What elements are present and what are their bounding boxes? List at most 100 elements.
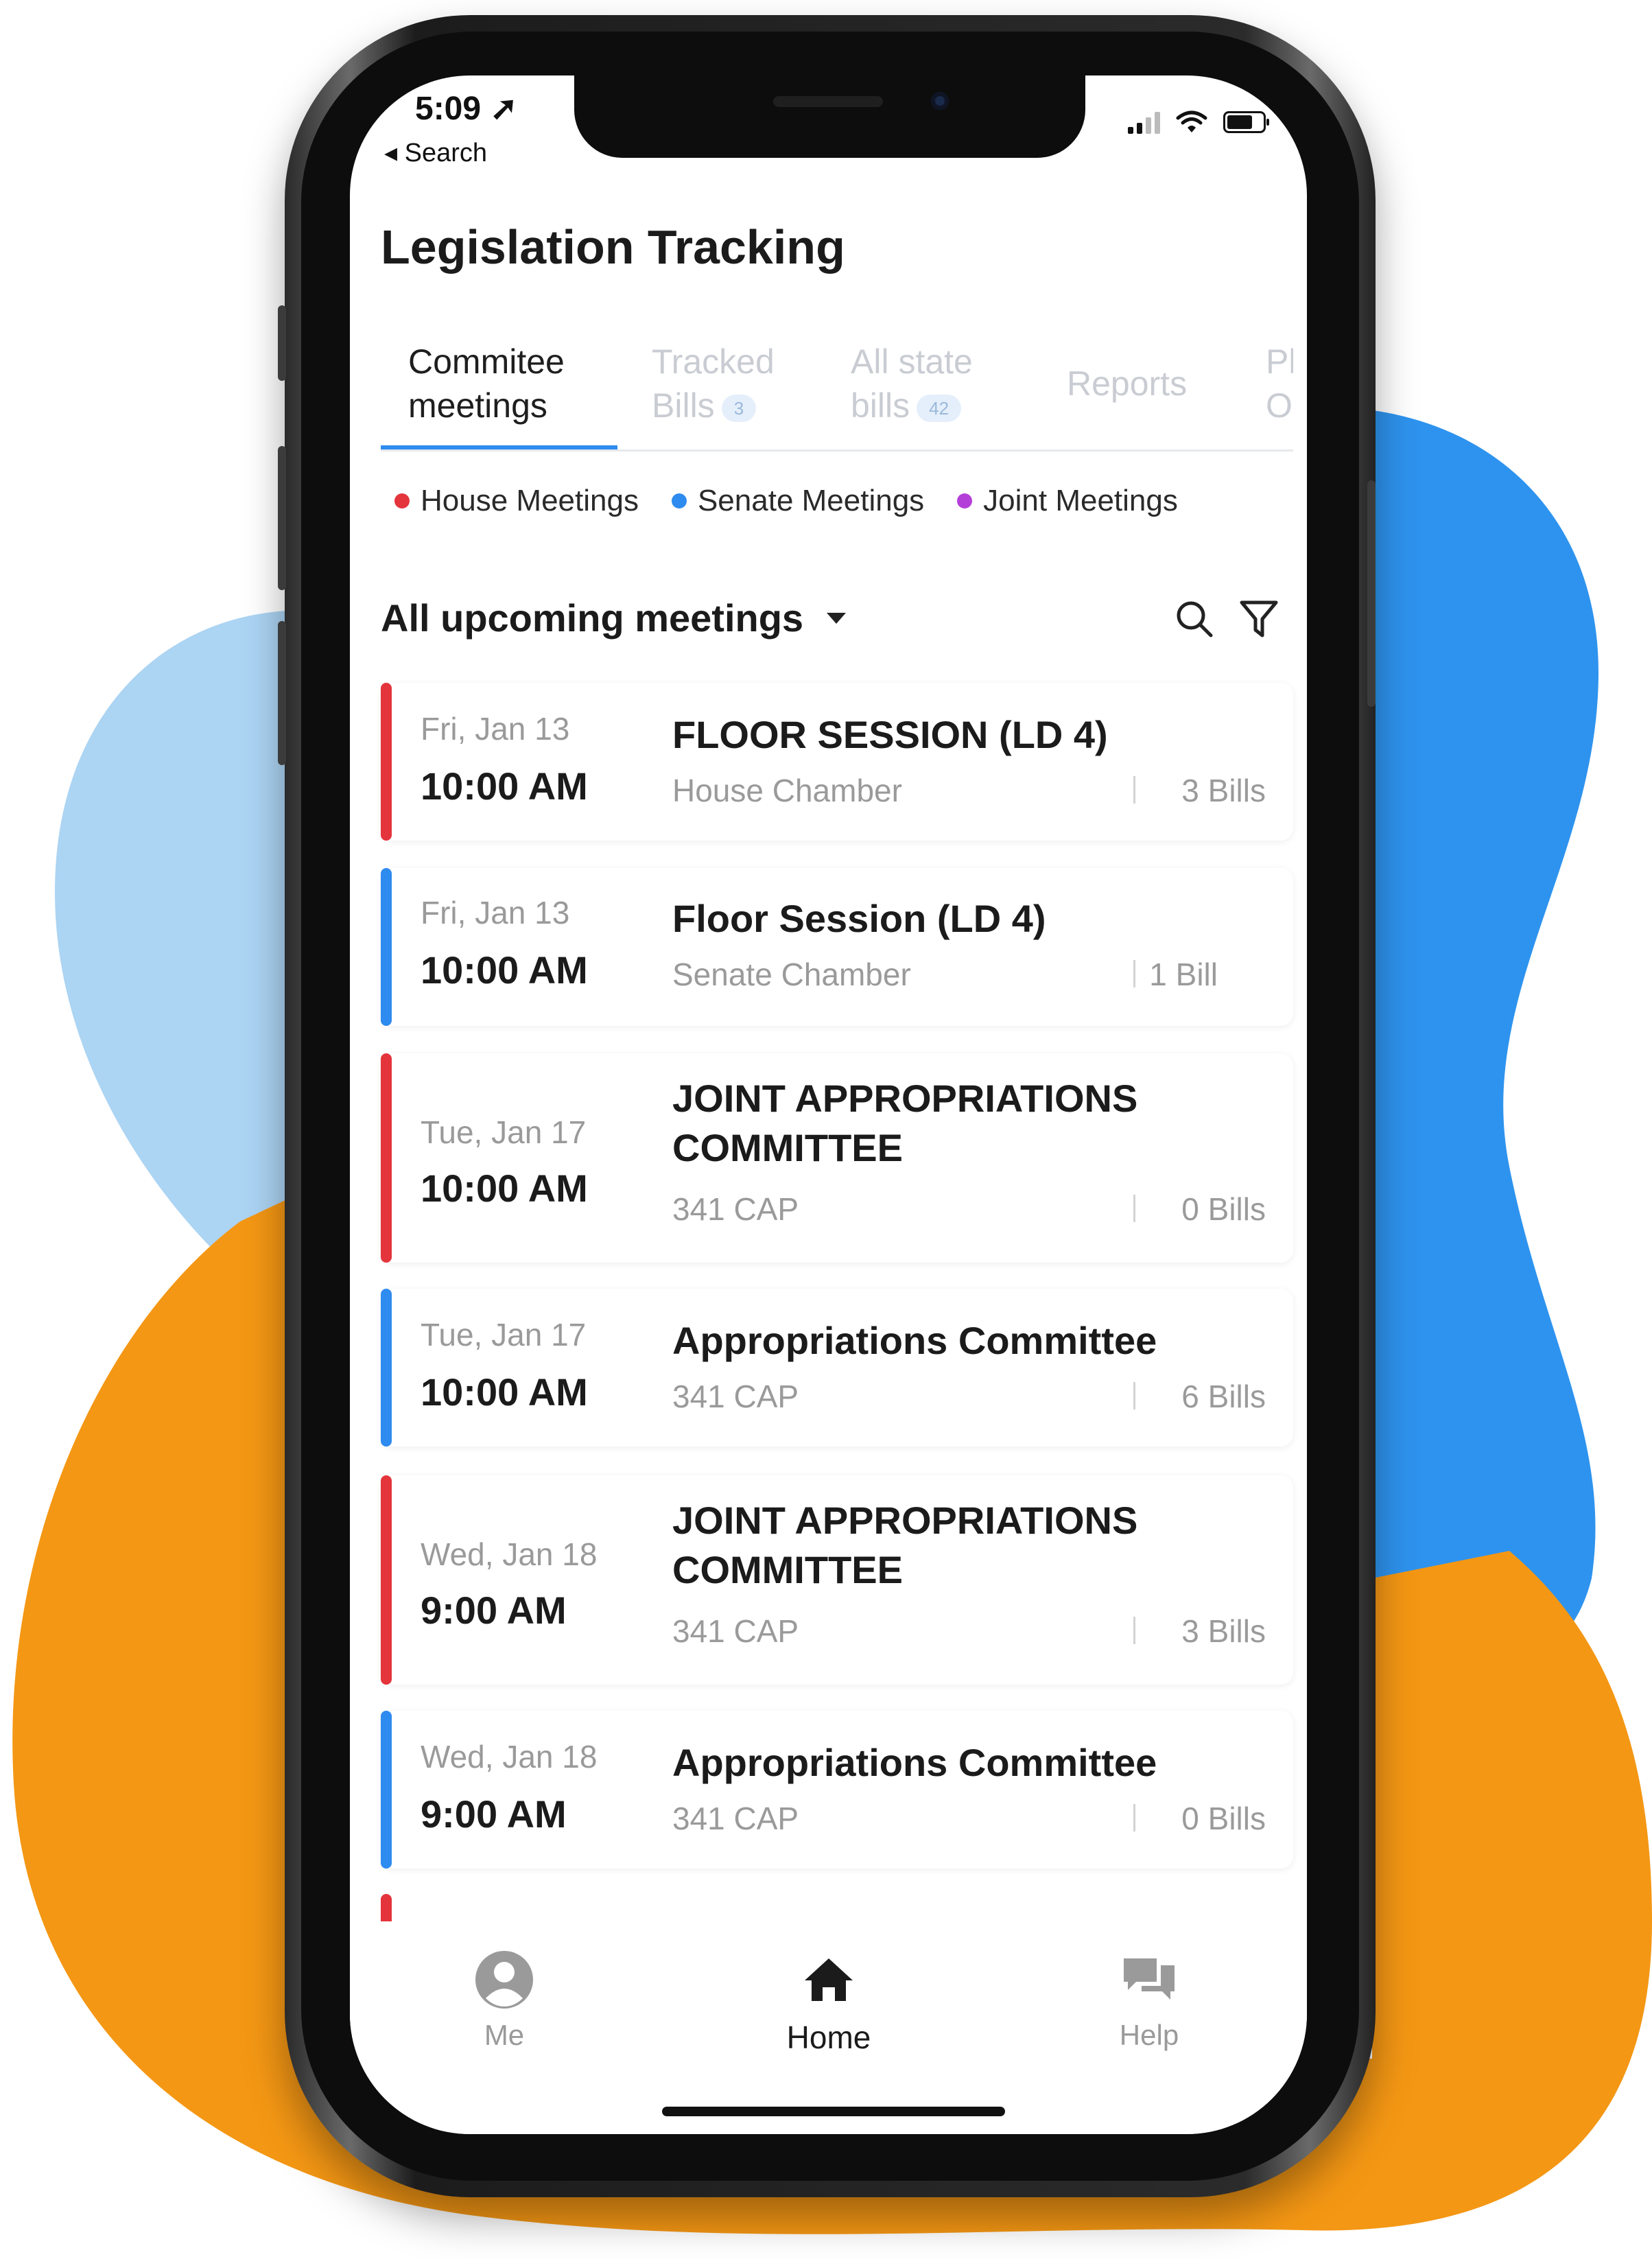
meeting-title: JOINT APPROPRIATIONS COMMITTEE [672, 1077, 1138, 1169]
earpiece-speaker [773, 96, 883, 107]
tab-tracked-bills[interactable]: Tracked Bills 3 [652, 340, 775, 428]
meeting-time: 10:00 AM [421, 1370, 588, 1414]
meeting-filter-dropdown[interactable]: All upcoming meetings [381, 596, 847, 640]
meeting-room: 341 CAP [672, 1191, 799, 1227]
legend-joint: Joint Meetings [957, 484, 1178, 518]
meeting-room: House Chamber [672, 773, 902, 808]
meeting-title: Appropriations Committee [672, 1319, 1157, 1362]
tab-all-state-bills[interactable]: All state bills 42 [851, 340, 973, 428]
tab-reports[interactable]: Reports [1067, 362, 1187, 406]
tab-label-line1: Reports [1067, 364, 1188, 403]
tab-badge-count: 42 [917, 394, 962, 422]
tab-overflow-partial[interactable]: Pl O [1266, 340, 1293, 428]
meeting-card[interactable]: Tue, Jan 17 10:00 AM Appropriations Comm… [381, 1289, 1293, 1447]
meeting-time: 10:00 AM [421, 948, 588, 992]
nav-label: Me [484, 2019, 525, 2051]
meeting-card[interactable]: Wed, Jan 18 9:00 AM JOINT APPROPRIATIONS… [381, 1475, 1293, 1685]
meeting-time: 9:00 AM [421, 1589, 567, 1632]
legend-label: Senate Meetings [697, 484, 925, 517]
nav-label: Home [786, 2020, 871, 2055]
tab-committee-meetings[interactable]: Commitee meetings [408, 340, 565, 428]
senate-indicator-bar [381, 868, 392, 1026]
bill-count: 3 Bills [1181, 773, 1266, 808]
front-camera [931, 92, 949, 110]
wifi-icon [1176, 110, 1207, 132]
filter-label: All upcoming meetings [381, 596, 804, 640]
house-indicator-bar-partial [381, 1894, 392, 1921]
legend-house: House Meetings [394, 484, 639, 518]
search-icon[interactable] [1174, 598, 1215, 640]
legend-label: Joint Meetings [983, 484, 1178, 517]
meeting-card[interactable]: Tue, Jan 17 10:00 AM JOINT APPROPRIATION… [381, 1053, 1293, 1263]
tab-label-line1: All state [851, 342, 973, 381]
bill-count: 6 Bills [1181, 1379, 1266, 1414]
bottom-navigation: Me Home Help [350, 1928, 1307, 2134]
meeting-title: JOINT APPROPRIATIONS COMMITTEE [672, 1499, 1138, 1591]
meeting-room: Senate Chamber [672, 957, 911, 992]
meeting-room: 341 CAP [672, 1379, 799, 1414]
bill-count: 0 Bills [1181, 1801, 1266, 1836]
house-indicator-bar [381, 1475, 392, 1685]
senate-dot-icon [671, 493, 687, 508]
meeting-card[interactable]: Fri, Jan 13 10:00 AM Floor Session (LD 4… [381, 868, 1293, 1026]
divider [1133, 1195, 1135, 1222]
joint-dot-icon [957, 493, 973, 508]
phone-screen: 5:09 ➚ ◂ Search Legislation Tracking Com… [350, 75, 1307, 2134]
divider [1133, 960, 1135, 987]
meeting-title: Appropriations Committee [672, 1741, 1157, 1784]
legend-label: House Meetings [421, 484, 639, 517]
nav-me[interactable]: Me [422, 1949, 587, 2052]
house-dot-icon [394, 493, 410, 508]
house-indicator-bar [381, 1053, 392, 1263]
meeting-room: 341 CAP [672, 1613, 799, 1649]
meeting-date: Wed, Jan 18 [421, 1739, 598, 1775]
meeting-room: 341 CAP [672, 1801, 799, 1836]
meeting-date: Fri, Jan 13 [421, 711, 570, 747]
battery-icon [1223, 111, 1269, 133]
user-circle-icon [475, 1951, 533, 2009]
status-time: 5:09 ➚ [415, 91, 518, 127]
divider [1133, 1382, 1135, 1409]
meeting-date: Tue, Jan 17 [421, 1114, 587, 1150]
bill-count: 0 Bills [1181, 1191, 1266, 1227]
nav-home[interactable]: Home [746, 1949, 911, 2056]
divider [1133, 776, 1135, 804]
tab-label-line2: O [1266, 386, 1293, 425]
meeting-card[interactable]: Wed, Jan 18 9:00 AM Appropriations Commi… [381, 1711, 1293, 1869]
divider [1133, 1804, 1135, 1831]
meeting-title: Floor Session (LD 4) [672, 897, 1046, 940]
bill-count: 3 Bills [1181, 1613, 1266, 1649]
back-to-search-link[interactable]: ◂ Search [384, 137, 487, 168]
meeting-date: Fri, Jan 13 [421, 895, 570, 930]
meeting-title: FLOOR SESSION (LD 4) [672, 713, 1108, 756]
caret-down-icon [827, 612, 847, 624]
volume-down-button [278, 621, 286, 765]
meeting-legend: House Meetings Senate Meetings Joint Mee… [394, 484, 1178, 518]
notch [574, 75, 1085, 158]
home-icon [805, 1958, 853, 2001]
meeting-time: 10:00 AM [421, 1167, 588, 1210]
tab-label-line1: Tracked [652, 342, 775, 381]
meeting-time: 10:00 AM [421, 764, 588, 808]
tab-label-line2: Bills [652, 386, 715, 425]
house-indicator-bar [381, 683, 392, 841]
meeting-time: 9:00 AM [421, 1792, 567, 1836]
bill-count: 1 Bill [1149, 957, 1218, 992]
meeting-card[interactable]: Fri, Jan 13 10:00 AM FLOOR SESSION (LD 4… [381, 683, 1293, 841]
chat-bubbles-icon [1124, 1958, 1175, 2000]
senate-indicator-bar [381, 1289, 392, 1447]
meeting-date: Wed, Jan 18 [421, 1536, 598, 1572]
meeting-date: Tue, Jan 17 [421, 1317, 587, 1353]
legend-senate: Senate Meetings [671, 484, 925, 518]
tab-label-line1: Commitee [408, 342, 565, 381]
home-indicator[interactable] [662, 2107, 1005, 2116]
cellular-signal-icon [1128, 110, 1160, 134]
tab-bar: Commitee meetings Tracked Bills 3 All sta… [381, 340, 1293, 452]
tab-label-line2: bills [851, 386, 910, 425]
status-indicators [1128, 110, 1269, 134]
active-tab-indicator [381, 445, 617, 449]
filter-icon[interactable] [1238, 598, 1279, 640]
senate-indicator-bar [381, 1711, 392, 1869]
nav-help[interactable]: Help [1067, 1949, 1231, 2052]
page-title: Legislation Tracking [381, 220, 845, 274]
